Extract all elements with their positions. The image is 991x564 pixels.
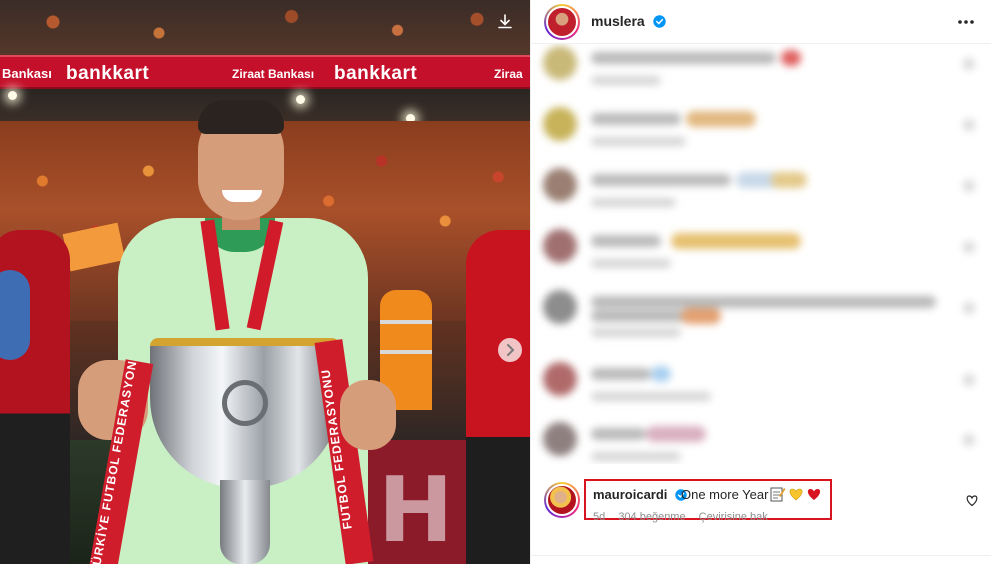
- commenter-avatar[interactable]: [544, 482, 580, 518]
- comment-highlighted: mauroicardi One more Year 5d 304 beğenme…: [531, 476, 991, 532]
- comment-blurred: [531, 288, 991, 348]
- comment-meta: 5d 304 beğenme Çevirisine bak: [593, 511, 778, 523]
- author-username[interactable]: muslera: [591, 13, 666, 29]
- crowd-upper-stands: [0, 0, 530, 55]
- more-horizontal-icon[interactable]: [955, 12, 977, 32]
- player-smile: [222, 190, 262, 202]
- post-header: muslera: [531, 0, 991, 44]
- trophy-stem: [220, 480, 270, 564]
- divider: [531, 555, 991, 556]
- trophy-emblem: [222, 380, 268, 426]
- comment-time: 5d: [593, 511, 606, 523]
- trophy: TÜRKİYE FUTBOL FEDERASYONU FUTBOL FEDERA…: [86, 330, 374, 564]
- banner-text: bankkart: [66, 63, 150, 84]
- comment-text: One more Year: [681, 487, 769, 502]
- comment-blurred: [531, 420, 991, 464]
- comment-likes[interactable]: 304 beğenme: [618, 511, 685, 523]
- commenter-username-text[interactable]: mauroicardi: [593, 487, 667, 502]
- post-side-panel: muslera mauroicardi One more Year 5d 304…: [530, 0, 991, 564]
- author-username-text[interactable]: muslera: [591, 13, 645, 29]
- comments-list[interactable]: [531, 44, 991, 464]
- comment-blurred: [531, 44, 991, 104]
- banner-text: Bankası: [2, 66, 52, 81]
- yellow-heart-icon: [789, 488, 803, 501]
- memo-icon: [770, 487, 786, 502]
- heart-outline-icon[interactable]: [965, 493, 979, 507]
- comment-emojis: [770, 487, 821, 502]
- next-photo-button[interactable]: [498, 338, 522, 362]
- comment-blurred: [531, 360, 991, 420]
- sponsor-banner: Bankası bankkart Ziraat Bankası bankkart…: [0, 55, 530, 89]
- download-icon[interactable]: [495, 12, 515, 32]
- chevron-right-icon: [507, 344, 515, 356]
- comment-blurred: [531, 166, 991, 226]
- commenter-username[interactable]: mauroicardi: [593, 487, 687, 502]
- banner-text: Ziraat Bankası: [232, 67, 315, 81]
- red-heart-icon: [807, 489, 821, 500]
- led-text: H: [378, 458, 454, 563]
- banner-text: bankkart: [334, 63, 418, 84]
- floodlight: [296, 95, 305, 104]
- comment-blurred: [531, 227, 991, 287]
- player-hand-right: [340, 380, 396, 450]
- banner-text: Ziraa: [494, 67, 523, 81]
- translate-link[interactable]: Çevirisine bak: [699, 511, 768, 523]
- floodlight: [8, 91, 17, 100]
- person-left: [0, 230, 70, 564]
- person-right: [466, 230, 530, 564]
- comment-blurred: [531, 105, 991, 165]
- player-hair: [198, 100, 284, 134]
- verified-badge-icon: [652, 15, 666, 28]
- author-avatar[interactable]: [544, 4, 580, 40]
- post-photo[interactable]: Bankası bankkart Ziraat Bankası bankkart…: [0, 0, 530, 564]
